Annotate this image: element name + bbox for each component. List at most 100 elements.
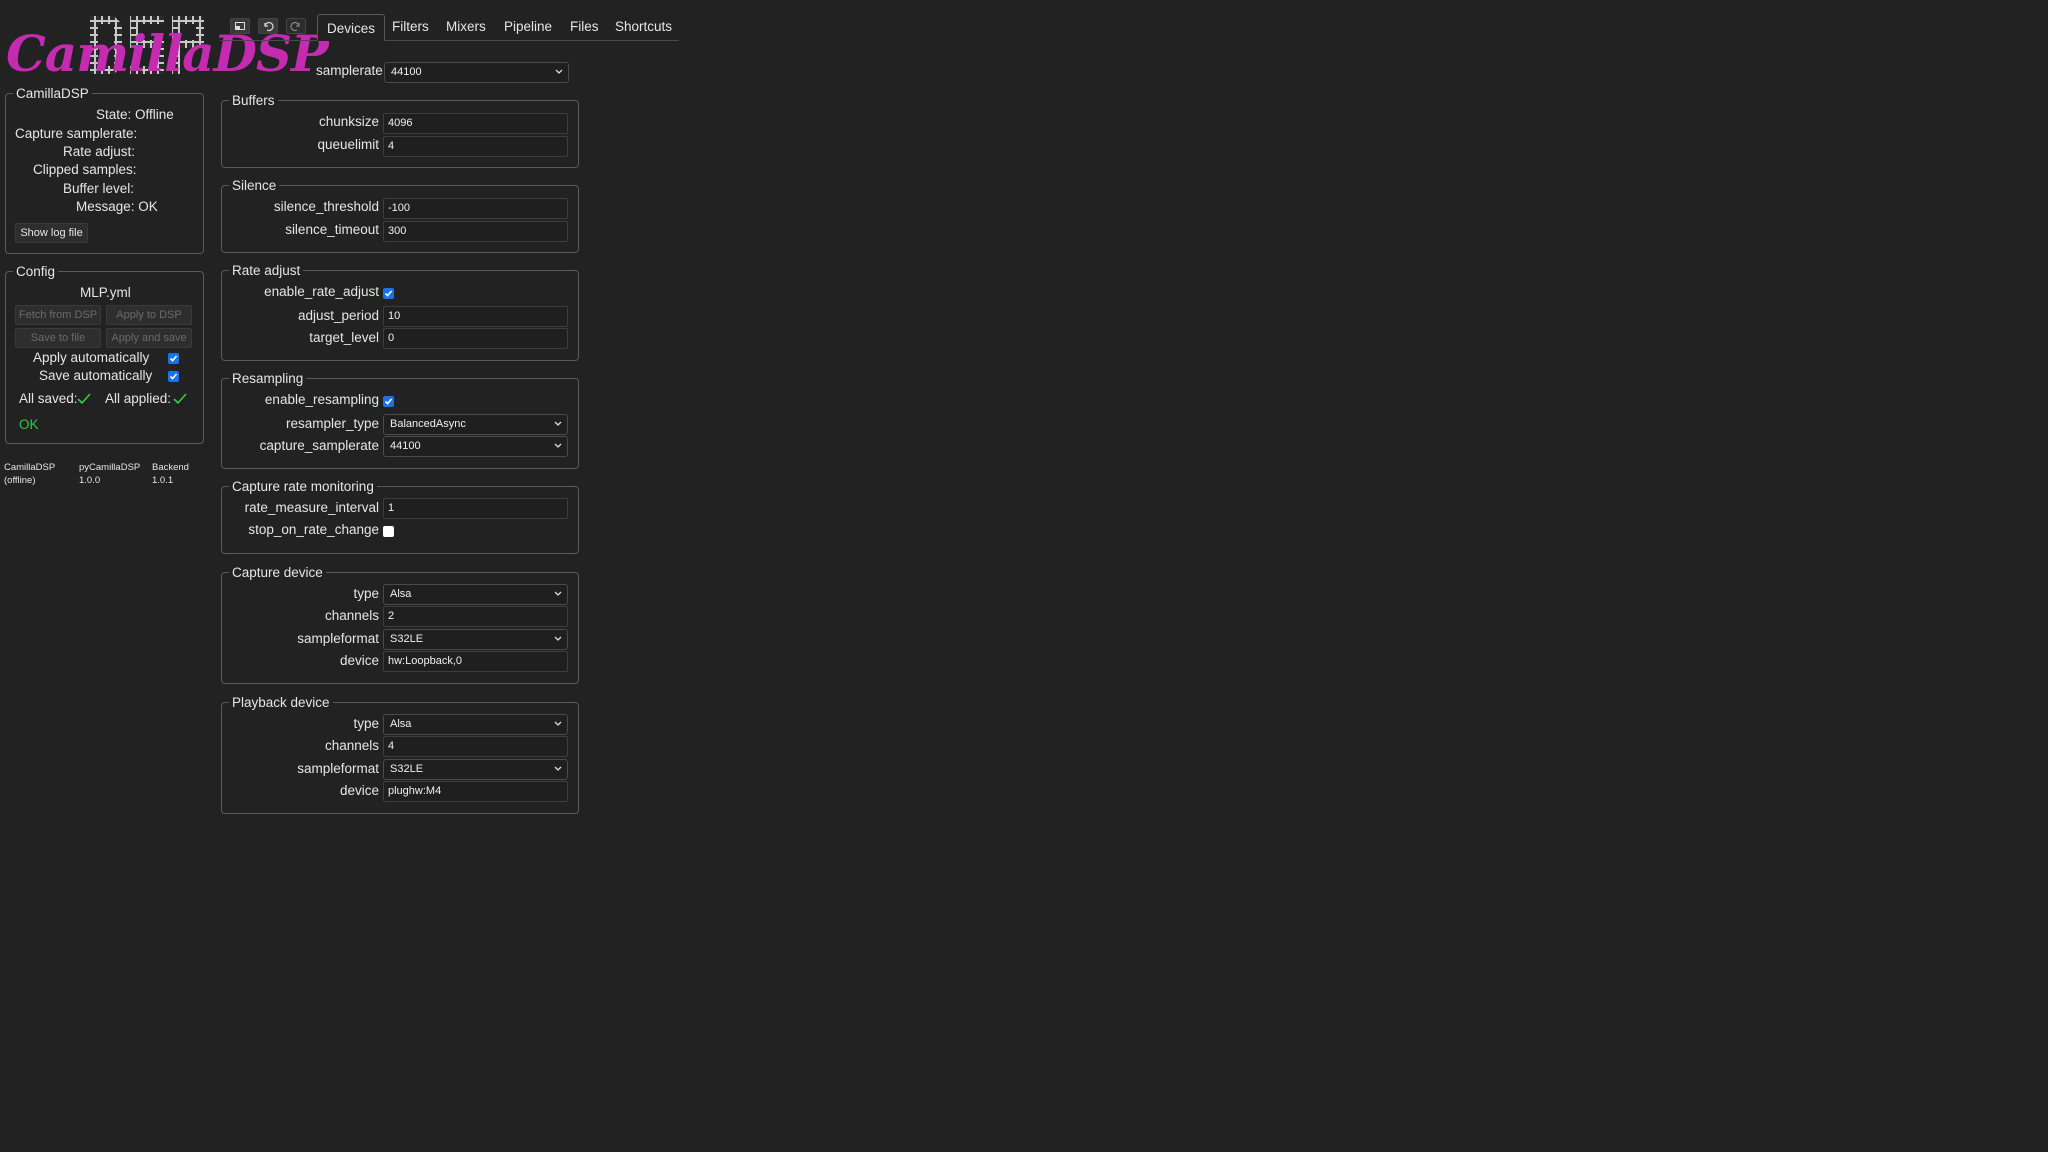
rate-measure-interval-label: rate_measure_interval [244,500,379,515]
playback-channels-input[interactable]: 4 [383,736,568,757]
capture-rate-monitoring-legend: Capture rate monitoring [232,479,374,494]
capture-samplerate-label: Capture samplerate: [15,126,138,141]
tab-pipeline[interactable]: Pipeline [504,19,552,34]
samplerate-select[interactable]: 44100 [384,62,569,83]
capture-type-label: type [353,586,379,601]
state-value: Offline [135,107,174,122]
chunksize-input[interactable]: 4096 [383,113,568,134]
capture-samplerate-value: 44100 [390,440,421,452]
samplerate-value: 44100 [391,66,422,78]
chevron-down-icon [554,721,562,726]
resampler-type-value: BalancedAsync [390,418,466,430]
silence-legend: Silence [232,178,277,193]
logo-text: CamillaDSP [6,24,329,83]
apply-to-dsp-button[interactable]: Apply to DSP [106,305,192,325]
enable-resampling-checkbox[interactable] [383,396,394,407]
silence-timeout-input[interactable]: 300 [383,221,568,242]
redo-icon [290,21,300,32]
tab-bar-divider [220,40,679,41]
config-legend: Config [16,264,56,279]
version-camilladsp-value: (offline) [4,475,36,486]
save-to-file-button[interactable]: Save to file [15,328,101,348]
enable-resampling-label: enable_resampling [264,392,379,407]
capture-device-input[interactable]: hw:Loopback,0 [383,651,568,672]
fetch-from-dsp-button[interactable]: Fetch from DSP [15,305,101,325]
capture-channels-input[interactable]: 2 [383,606,568,627]
version-pycamilladsp-value: 1.0.0 [79,475,101,486]
apply-and-save-button[interactable]: Apply and save [106,328,192,348]
capture-sampleformat-value: S32LE [390,633,424,645]
playback-sampleformat-select[interactable]: S32LE [383,759,568,780]
save-automatically-checkbox[interactable] [168,371,179,382]
config-ok-status: OK [19,417,39,432]
resampler-type-label: resampler_type [285,416,379,431]
redo-button[interactable] [286,18,306,34]
minimize-window-icon [235,22,245,30]
capture-type-select[interactable]: Alsa [383,584,568,605]
queuelimit-input[interactable]: 4 [383,136,568,157]
playback-device-label: device [339,783,379,798]
capture-type-value: Alsa [390,588,412,600]
tab-files[interactable]: Files [570,19,599,34]
tab-shortcuts[interactable]: Shortcuts [615,19,672,34]
apply-automatically-label: Apply automatically [33,350,150,365]
state-label: State: Offline [96,107,174,122]
playback-sampleformat-value: S32LE [390,763,424,775]
adjust-period-label: adjust_period [297,308,379,323]
chevron-down-icon [554,636,562,641]
resampler-type-select[interactable]: BalancedAsync [383,414,568,435]
tab-mixers[interactable]: Mixers [446,19,486,34]
silence-threshold-input[interactable]: -100 [383,198,568,219]
capture-device-label: device [339,653,379,668]
tab-filters[interactable]: Filters [392,19,429,34]
clipped-samples-label: Clipped samples: [33,162,137,177]
stop-on-rate-change-checkbox[interactable] [383,526,394,537]
capture-sampleformat-label: sampleformat [297,631,379,646]
samplerate-label: samplerate [316,63,383,78]
all-saved-check-icon [77,393,91,405]
minimize-window-button[interactable] [230,18,250,34]
show-log-file-button[interactable]: Show log file [15,223,88,243]
playback-device-legend: Playback device [232,695,330,710]
playback-type-select[interactable]: Alsa [383,714,568,735]
version-camilladsp: CamillaDSP (offline) [4,461,55,487]
config-filename: MLP.yml [80,285,131,300]
undo-button[interactable] [258,18,278,34]
apply-automatically-checkbox[interactable] [168,353,179,364]
all-applied-check-icon [173,393,187,405]
version-camilladsp-name: CamillaDSP [4,462,56,473]
playback-type-label: type [353,716,379,731]
all-applied-label: All applied: [105,391,172,406]
capture-samplerate-field-label: capture_samplerate [259,438,379,453]
target-level-input[interactable]: 0 [383,328,568,349]
target-level-label: target_level [309,330,379,345]
playback-channels-label: channels [324,738,379,753]
all-saved-label: All saved: [19,391,78,406]
version-pycamilladsp: pyCamillaDSP 1.0.0 [79,461,140,487]
playback-type-value: Alsa [390,718,412,730]
chevron-down-icon [554,443,562,448]
version-backend-name: Backend [152,462,189,473]
buffers-legend: Buffers [232,93,275,108]
chevron-down-icon [554,421,562,426]
chevron-down-icon [555,69,563,74]
rate-adjust-legend: Rate adjust [232,263,301,278]
version-pycamilladsp-name: pyCamillaDSP [79,462,141,473]
buffer-level-label: Buffer level: [63,181,135,196]
version-backend: Backend 1.0.1 [152,461,189,487]
silence-timeout-label: silence_timeout [285,222,379,237]
save-automatically-label: Save automatically [39,368,153,383]
adjust-period-input[interactable]: 10 [383,306,568,327]
rate-measure-interval-input[interactable]: 1 [383,498,568,519]
undo-icon [264,21,274,32]
capture-sampleformat-select[interactable]: S32LE [383,629,568,650]
enable-rate-adjust-checkbox[interactable] [383,288,394,299]
playback-device-input[interactable]: plughw:M4 [383,781,568,802]
stop-on-rate-change-label: stop_on_rate_change [248,522,379,537]
queuelimit-label: queuelimit [317,137,379,152]
version-backend-value: 1.0.1 [152,475,174,486]
capture-channels-label: channels [324,608,379,623]
message-label: Message: OK [76,199,158,214]
capture-samplerate-select[interactable]: 44100 [383,436,568,457]
tab-devices[interactable]: Devices [317,14,386,41]
